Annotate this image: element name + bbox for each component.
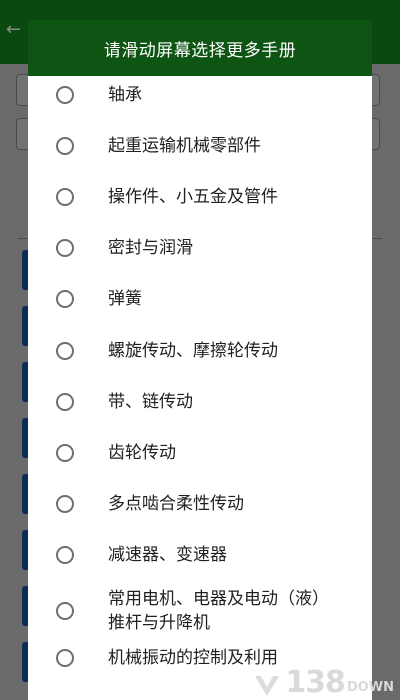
back-arrow-icon: ← bbox=[6, 19, 22, 40]
radio-button[interactable] bbox=[56, 137, 74, 155]
watermark-mark-icon bbox=[255, 676, 280, 696]
manual-option[interactable]: 减速器、变速器 bbox=[28, 535, 372, 575]
manual-select-dialog: 请滑动屏幕选择更多手册 轴承起重运输机械零部件 操作件、小五金及管件 密封与润滑弹簧… bbox=[28, 20, 372, 700]
option-label: 操作件、小五金及管件 bbox=[108, 187, 278, 207]
radio-button[interactable] bbox=[56, 290, 74, 308]
manual-option[interactable]: 齿轮传动 bbox=[28, 433, 372, 473]
option-label: 弹簧 bbox=[108, 289, 142, 309]
manual-option[interactable]: 操作件、小五金及管件 bbox=[28, 177, 372, 217]
manual-option[interactable]: 轴承 bbox=[28, 75, 372, 115]
watermark-text: DOWN bbox=[346, 680, 394, 695]
manual-option[interactable]: 密封与润滑 bbox=[28, 228, 372, 268]
radio-button[interactable] bbox=[56, 393, 74, 411]
radio-button[interactable] bbox=[56, 444, 74, 462]
option-label: 起重运输机械零部件 bbox=[108, 136, 261, 156]
option-label: 轴承 bbox=[108, 85, 142, 105]
radio-button[interactable] bbox=[56, 546, 74, 564]
option-label: 常用电机、电器及电动（液）推杆与升降机 bbox=[108, 589, 329, 633]
manual-option[interactable]: 弹簧 bbox=[28, 279, 372, 319]
radio-button[interactable] bbox=[56, 602, 74, 620]
manual-option[interactable]: 螺旋传动、摩擦轮传动 bbox=[28, 331, 372, 371]
manual-option[interactable]: 带、链传动 bbox=[28, 382, 372, 422]
radio-button[interactable] bbox=[56, 495, 74, 513]
dialog-title: 请滑动屏幕选择更多手册 bbox=[28, 20, 372, 76]
option-label: 齿轮传动 bbox=[108, 443, 176, 463]
option-label: 多点啮合柔性传动 bbox=[108, 494, 244, 514]
radio-button[interactable] bbox=[56, 342, 74, 360]
screen: ← 请滑动屏幕选择更多手册 轴承起重运输机械零部件 操作件、小五金及管件 密封与润滑… bbox=[0, 0, 400, 700]
radio-button[interactable] bbox=[56, 239, 74, 257]
watermark-number: 138 bbox=[285, 665, 346, 700]
radio-button[interactable] bbox=[56, 649, 74, 667]
option-label: 密封与润滑 bbox=[108, 238, 193, 258]
manual-option[interactable]: 常用电机、电器及电动（液）推杆与升降机 bbox=[28, 586, 372, 636]
option-label: 螺旋传动、摩擦轮传动 bbox=[108, 341, 278, 361]
option-label: 减速器、变速器 bbox=[108, 545, 227, 565]
watermark-logo: 138 DOWN bbox=[253, 668, 394, 698]
option-label: 带、链传动 bbox=[108, 392, 193, 412]
radio-button[interactable] bbox=[56, 86, 74, 104]
manual-option[interactable]: 多点啮合柔性传动 bbox=[28, 484, 372, 524]
radio-button[interactable] bbox=[56, 188, 74, 206]
manual-option[interactable]: 起重运输机械零部件 bbox=[28, 126, 372, 166]
